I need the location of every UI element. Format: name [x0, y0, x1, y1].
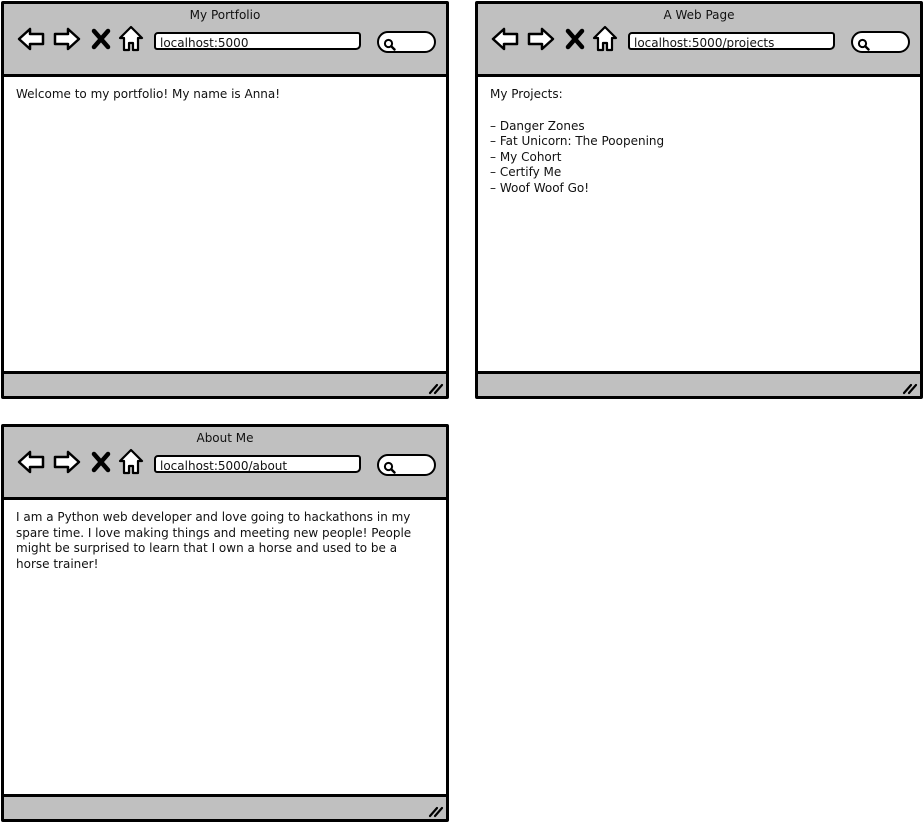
welcome-text: Welcome to my portfolio! My name is Anna…: [16, 87, 281, 101]
address-bar[interactable]: localhost:5000/about: [154, 455, 361, 473]
projects-list: Danger Zones Fat Unicorn: The Poopening …: [490, 119, 908, 197]
address-bar[interactable]: localhost:5000/projects: [628, 32, 835, 50]
projects-heading: My Projects:: [490, 87, 563, 101]
address-bar[interactable]: localhost:5000: [154, 32, 361, 50]
page-content: Welcome to my portfolio! My name is Anna…: [16, 87, 434, 103]
search-box[interactable]: [851, 31, 910, 53]
search-icon: [383, 36, 396, 51]
resize-grip-icon[interactable]: [428, 380, 444, 395]
status-bar: [4, 371, 446, 396]
search-box[interactable]: [377, 31, 436, 53]
window-title: My Portfolio: [189, 8, 261, 22]
project-item: My Cohort: [490, 150, 908, 166]
project-item: Certify Me: [490, 165, 908, 181]
home-icon[interactable]: [118, 447, 144, 477]
search-box[interactable]: [377, 454, 436, 476]
close-icon[interactable]: [90, 24, 112, 54]
project-item: Fat Unicorn: The Poopening: [490, 134, 908, 150]
page-content: My Projects: Danger Zones Fat Unicorn: T…: [490, 87, 908, 196]
home-icon[interactable]: [118, 24, 144, 54]
browser-toolbar: About Me localhost:5000/about: [4, 427, 446, 500]
resize-grip-icon[interactable]: [902, 380, 918, 395]
close-icon[interactable]: [90, 447, 112, 477]
forward-arrow-icon[interactable]: [52, 447, 82, 477]
forward-arrow-icon[interactable]: [52, 24, 82, 54]
browser-window-projects: A Web Page localhost:5000/projects My Pr…: [475, 1, 923, 399]
page-content: I am a Python web developer and love goi…: [16, 510, 434, 572]
status-bar: [478, 371, 920, 396]
back-arrow-icon[interactable]: [16, 447, 46, 477]
search-icon: [857, 36, 870, 51]
about-text: I am a Python web developer and love goi…: [16, 510, 412, 571]
close-icon[interactable]: [564, 24, 586, 54]
browser-toolbar: A Web Page localhost:5000/projects: [478, 4, 920, 77]
browser-window-about: About Me localhost:5000/about I am a Pyt…: [1, 424, 449, 822]
forward-arrow-icon[interactable]: [526, 24, 556, 54]
home-icon[interactable]: [592, 24, 618, 54]
project-item: Danger Zones: [490, 119, 908, 135]
back-arrow-icon[interactable]: [490, 24, 520, 54]
browser-window-portfolio: My Portfolio localhost:5000 Welcome to m…: [1, 1, 449, 399]
window-title: About Me: [196, 431, 254, 445]
back-arrow-icon[interactable]: [16, 24, 46, 54]
status-bar: [4, 794, 446, 819]
browser-toolbar: My Portfolio localhost:5000: [4, 4, 446, 77]
resize-grip-icon[interactable]: [428, 803, 444, 818]
search-icon: [383, 459, 396, 474]
window-title: A Web Page: [663, 8, 735, 22]
project-item: Woof Woof Go!: [490, 181, 908, 197]
